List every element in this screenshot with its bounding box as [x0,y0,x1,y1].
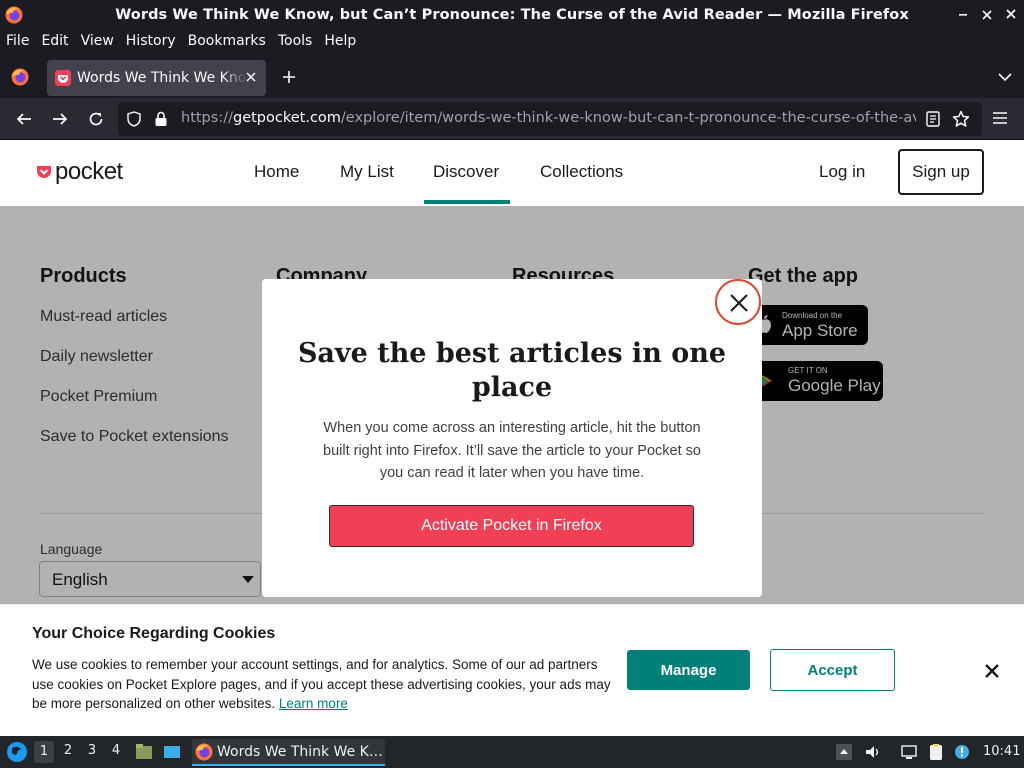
app-launcher-icon[interactable] [6,741,28,763]
cookie-banner-text: We use cookies to remember your account … [32,655,617,714]
cookie-close-icon[interactable] [984,663,1000,679]
desktop-icon[interactable] [163,743,181,761]
pocket-modal: Save the best articles in one place When… [262,279,762,597]
new-tab-icon[interactable] [281,69,297,85]
nav-home[interactable]: Home [254,162,299,182]
cookie-banner: Your Choice Regarding Cookies We use coo… [0,604,1024,736]
back-icon[interactable] [15,110,33,128]
pocket-logo[interactable]: pocket [36,158,123,186]
url-host: getpocket.com [233,110,341,126]
menu-bookmarks[interactable]: Bookmarks [188,33,266,49]
clock[interactable]: 10:41 [983,744,1020,759]
url-path: /explore/item/words-we-think-we-know-but… [341,110,916,126]
minimize-icon[interactable] [956,6,970,22]
accept-cookies-button[interactable]: Accept [770,649,895,691]
url-scheme: https:// [181,110,233,126]
taskbar-firefox-task[interactable]: Words We Think We K… [192,739,385,766]
list-all-tabs-icon[interactable] [998,72,1012,82]
tracking-protection-shield-icon[interactable] [126,111,142,127]
web-page: pocket Home My List Discover Collections… [0,140,1024,736]
workspace-4[interactable]: 4 [106,743,126,758]
signup-button[interactable]: Sign up [898,149,984,195]
network-icon[interactable] [900,743,918,761]
activate-pocket-button[interactable]: Activate Pocket in Firefox [329,505,694,547]
tab-title: Words We Think We Know, but Can’t Pronou… [77,70,247,86]
restore-icon[interactable] [980,6,994,22]
menu-view[interactable]: View [81,33,114,49]
modal-title: Save the best articles in one place [282,337,742,405]
login-link[interactable]: Log in [819,162,865,182]
menu-file[interactable]: File [6,33,29,49]
taskbar-task-label: Words We Think We K… [217,744,383,760]
lock-icon[interactable] [154,111,168,127]
pocket-logo-icon [36,164,52,180]
modal-body: When you come across an interesting arti… [322,417,702,485]
modal-close-button[interactable] [715,279,761,325]
nav-my-list[interactable]: My List [340,162,394,182]
menu-help[interactable]: Help [324,33,356,49]
menu-edit[interactable]: Edit [41,33,68,49]
firefox-icon [195,743,213,761]
navigation-toolbar: https://getpocket.com/explore/item/words… [0,98,1024,140]
site-header: pocket Home My List Discover Collections… [0,140,1024,206]
file-manager-icon[interactable] [135,743,153,761]
workspace-3[interactable]: 3 [82,743,102,758]
manage-cookies-button[interactable]: Manage [627,650,750,690]
tab-close-icon[interactable] [244,70,258,84]
tab-bar: Words We Think We Know, but Can’t Pronou… [0,52,1024,98]
tab-active[interactable]: Words We Think We Know, but Can’t Pronou… [47,60,266,96]
nav-collections[interactable]: Collections [540,162,623,182]
firefox-icon [5,6,23,24]
pocket-favicon-icon [55,70,71,86]
learn-more-link[interactable]: Learn more [279,696,348,711]
cookie-banner-title: Your Choice Regarding Cookies [32,625,275,643]
close-window-icon[interactable] [1004,6,1018,22]
tray-arrow-icon[interactable] [835,743,853,761]
notifications-icon[interactable] [953,743,971,761]
url-bar[interactable]: https://getpocket.com/explore/item/words… [118,102,982,136]
firefox-view-icon[interactable] [11,68,29,86]
system-taskbar: 1 2 3 4 Words We Think We K… 10:41 [0,736,1024,768]
forward-icon[interactable] [51,110,69,128]
menu-bar: File Edit View History Bookmarks Tools H… [0,30,1024,52]
bookmark-star-icon[interactable] [952,110,970,128]
nav-discover[interactable]: Discover [433,162,499,182]
nav-active-indicator [424,200,510,204]
volume-icon[interactable] [864,743,882,761]
pocket-logo-text: pocket [55,158,123,186]
workspace-1[interactable]: 1 [34,741,54,763]
menu-tools[interactable]: Tools [278,33,313,49]
window-title: Words We Think We Know, but Can’t Pronou… [0,7,1024,23]
clipboard-icon[interactable] [927,743,945,761]
workspace-2[interactable]: 2 [58,743,78,758]
url-text[interactable]: https://getpocket.com/explore/item/words… [181,110,916,126]
window-titlebar: Words We Think We Know, but Can’t Pronou… [0,0,1024,30]
reader-view-icon[interactable] [926,111,940,127]
window-controls [956,6,1018,22]
app-menu-icon[interactable] [992,111,1008,125]
menu-history[interactable]: History [126,33,176,49]
reload-icon[interactable] [87,110,105,128]
close-icon [729,293,749,313]
